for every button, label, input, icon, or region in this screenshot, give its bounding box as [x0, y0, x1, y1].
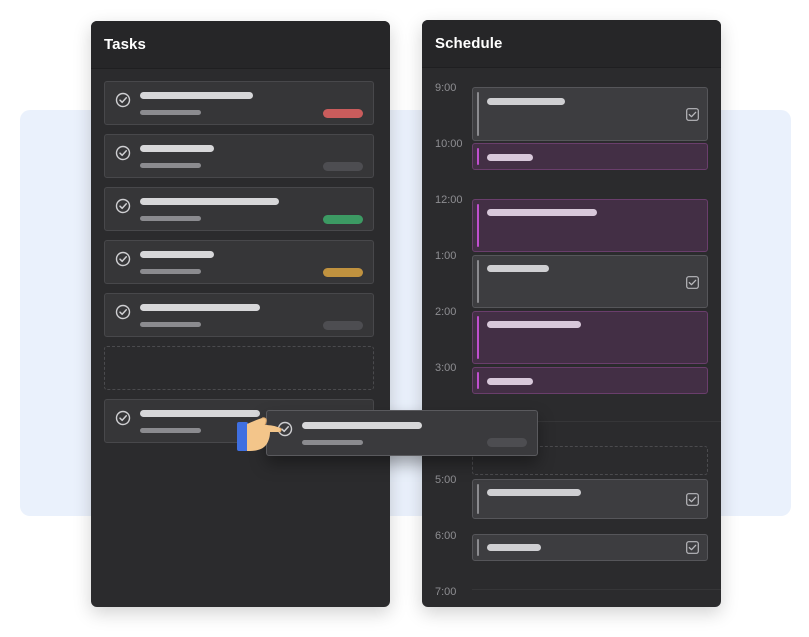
task-tag [323, 321, 363, 330]
task-title-placeholder [140, 92, 253, 99]
schedule-header: Schedule [422, 20, 721, 68]
check-circle-icon[interactable] [115, 251, 131, 267]
schedule-title: Schedule [435, 35, 503, 52]
check-circle-icon[interactable] [115, 92, 131, 108]
task-subtitle-placeholder [140, 163, 201, 168]
task-subtitle-placeholder [140, 216, 201, 221]
tasks-header: Tasks [91, 21, 390, 69]
schedule-panel: Schedule 9:00 10:00 12:00 1:00 2:00 3:00… [422, 20, 721, 607]
task-subtitle-placeholder [140, 322, 201, 327]
event-title-placeholder [487, 265, 549, 272]
time-label: 6:00 [435, 530, 457, 542]
check-circle-icon[interactable] [115, 198, 131, 214]
task-tag [323, 162, 363, 171]
event-stripe [477, 484, 479, 514]
event-stripe [477, 148, 479, 165]
task-tag [323, 109, 363, 118]
time-label: 12:00 [435, 194, 463, 206]
event-title-placeholder [487, 98, 565, 105]
calendar-event[interactable] [472, 199, 708, 252]
calendar-event[interactable] [472, 367, 708, 394]
event-stripe [477, 260, 479, 303]
event-title-placeholder [487, 154, 533, 161]
task-card[interactable] [104, 293, 374, 337]
calendar-event[interactable] [472, 255, 708, 308]
calendar-event[interactable] [472, 534, 708, 561]
event-title-placeholder [487, 321, 581, 328]
task-card[interactable] [104, 187, 374, 231]
calendar-event[interactable] [472, 479, 708, 519]
event-title-placeholder [487, 489, 581, 496]
time-label: 2:00 [435, 306, 457, 318]
task-tag [323, 268, 363, 277]
grab-hand-icon [237, 417, 282, 451]
check-circle-icon[interactable] [115, 145, 131, 161]
event-title-placeholder [487, 378, 533, 385]
task-title-placeholder [140, 304, 260, 311]
event-stripe [477, 92, 479, 136]
task-subtitle-placeholder [140, 428, 201, 433]
time-label: 3:00 [435, 362, 457, 374]
time-label: 1:00 [435, 250, 457, 262]
tasks-title: Tasks [104, 36, 146, 53]
calendar-event[interactable] [472, 143, 708, 170]
task-subtitle-placeholder [302, 440, 363, 445]
checkbox-checked-icon[interactable] [686, 276, 699, 289]
event-title-placeholder [487, 544, 541, 551]
check-circle-icon[interactable] [115, 410, 131, 426]
checkbox-checked-icon[interactable] [686, 493, 699, 506]
task-title-placeholder [140, 251, 214, 258]
task-tag [487, 438, 527, 447]
time-label: 10:00 [435, 138, 463, 150]
dragged-task-card[interactable] [266, 410, 538, 456]
tasks-panel: Tasks [91, 21, 390, 607]
event-stripe [477, 372, 479, 389]
task-card[interactable] [104, 240, 374, 284]
checkbox-checked-icon[interactable] [686, 541, 699, 554]
time-label: 7:00 [435, 586, 457, 598]
task-title-placeholder [140, 198, 279, 205]
task-subtitle-placeholder [140, 110, 201, 115]
time-label: 9:00 [435, 82, 457, 94]
task-card[interactable] [104, 134, 374, 178]
time-label: 5:00 [435, 474, 457, 486]
task-drop-placeholder [104, 346, 374, 390]
checkbox-checked-icon[interactable] [686, 108, 699, 121]
task-title-placeholder [140, 145, 214, 152]
task-subtitle-placeholder [140, 269, 201, 274]
event-title-placeholder [487, 209, 597, 216]
task-tag [323, 215, 363, 224]
event-stripe [477, 539, 479, 556]
calendar-event[interactable] [472, 311, 708, 364]
event-stripe [477, 316, 479, 359]
task-card[interactable] [104, 81, 374, 125]
task-title-placeholder [302, 422, 422, 429]
hour-divider [472, 589, 721, 590]
event-stripe [477, 204, 479, 247]
check-circle-icon[interactable] [115, 304, 131, 320]
calendar-event[interactable] [472, 87, 708, 141]
